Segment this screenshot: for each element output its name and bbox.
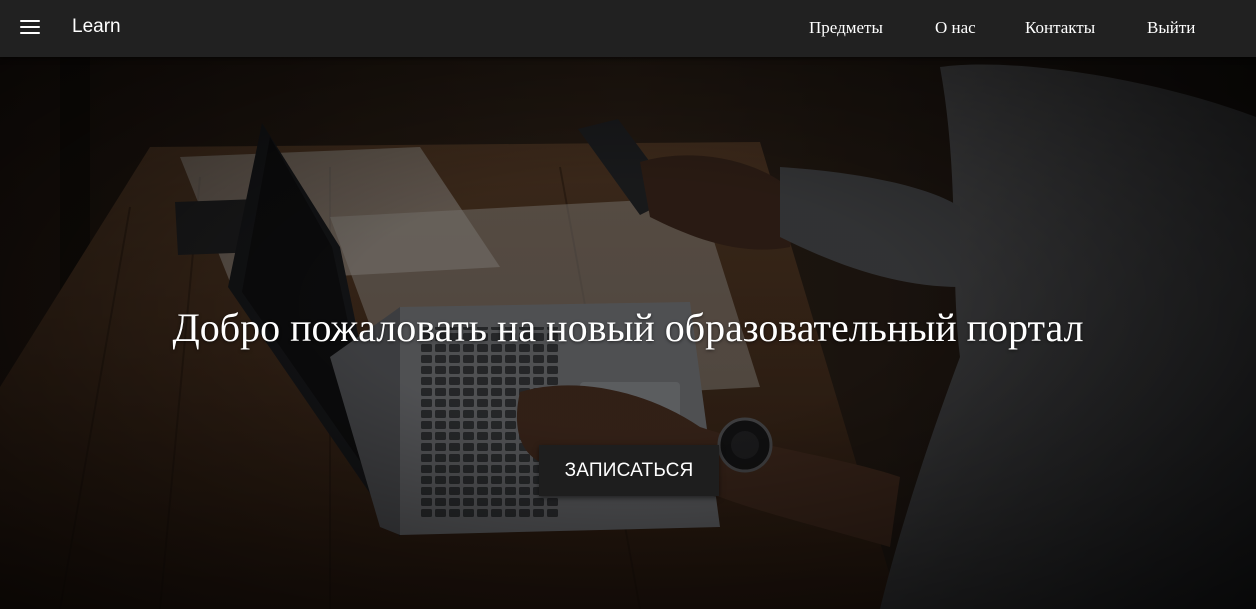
hero-title: Добро пожаловать на новый образовательны… <box>172 305 1084 350</box>
top-navbar: Learn Предметы О нас Контакты Выйти <box>0 0 1256 57</box>
hero-section: Добро пожаловать на новый образовательны… <box>0 57 1256 609</box>
brand-logo[interactable]: Learn <box>72 16 121 38</box>
hamburger-menu-icon[interactable] <box>20 19 40 35</box>
nav-link-about[interactable]: О нас <box>935 18 976 38</box>
nav-link-contacts[interactable]: Контакты <box>1025 18 1095 38</box>
signup-button[interactable]: ЗАПИСАТЬСЯ <box>539 445 719 496</box>
nav-link-logout[interactable]: Выйти <box>1147 18 1195 38</box>
nav-link-subjects[interactable]: Предметы <box>809 18 883 38</box>
